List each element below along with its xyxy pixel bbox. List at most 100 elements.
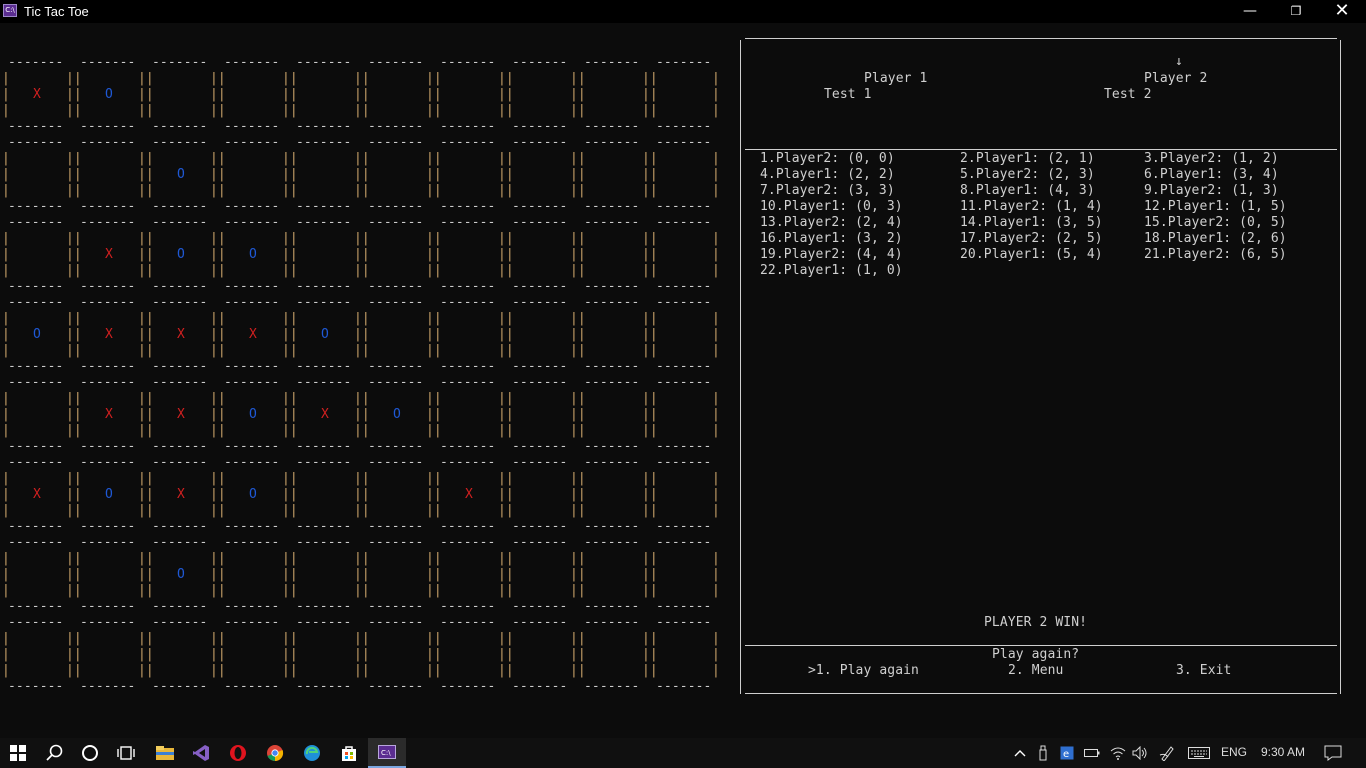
grid-border: ------- <box>224 135 280 150</box>
board-cell[interactable]: X <box>103 247 115 263</box>
grid-border: ------- <box>224 439 280 454</box>
battery-icon[interactable] <box>1082 738 1102 768</box>
grid-border: | <box>2 423 10 438</box>
grid-border: ------- <box>80 375 136 390</box>
board-cell[interactable]: O <box>175 567 187 583</box>
grid-border: ------- <box>8 375 64 390</box>
grid-border: || <box>66 87 82 102</box>
edge-icon[interactable] <box>294 738 330 768</box>
board-cell[interactable]: O <box>391 407 403 423</box>
svg-text:C:\: C:\ <box>381 749 391 757</box>
task-view-icon[interactable] <box>108 738 144 768</box>
board-cell[interactable]: O <box>247 247 259 263</box>
grid-border: | <box>2 263 10 278</box>
option-play-again[interactable]: >1. Play again <box>808 663 919 679</box>
grid-border: | <box>2 327 10 342</box>
board-cell[interactable]: O <box>247 407 259 423</box>
chrome-icon[interactable] <box>257 738 293 768</box>
move-entry: 2.Player1: (2, 1) <box>960 151 1095 166</box>
board-cell[interactable]: X <box>175 407 187 423</box>
show-hidden-icons-icon[interactable] <box>1010 738 1030 768</box>
grid-border: ------- <box>224 215 280 230</box>
grid-border: || <box>642 567 658 582</box>
start-icon[interactable] <box>0 738 36 768</box>
wifi-icon[interactable] <box>1108 738 1128 768</box>
clock[interactable]: 9:30 AM <box>1261 745 1305 759</box>
option-exit[interactable]: 3. Exit <box>1176 663 1232 679</box>
grid-border: || <box>282 103 298 118</box>
language-indicator[interactable]: ENG <box>1221 745 1247 759</box>
grid-border: || <box>210 87 226 102</box>
grid-border: ------- <box>440 375 496 390</box>
store-icon[interactable] <box>331 738 367 768</box>
grid-border: || <box>498 311 514 326</box>
board-cell[interactable]: X <box>463 487 475 503</box>
grid-border: ------- <box>152 535 208 550</box>
grid-border: || <box>570 71 586 86</box>
grid-border: || <box>66 167 82 182</box>
board-cell[interactable]: O <box>319 327 331 343</box>
grid-border: || <box>642 663 658 678</box>
grid-border: | <box>712 247 720 262</box>
option-menu[interactable]: 2. Menu <box>1008 663 1064 679</box>
grid-border: || <box>282 231 298 246</box>
usb-icon[interactable] <box>1034 738 1052 768</box>
grid-border: || <box>354 471 370 486</box>
grid-border: || <box>66 103 82 118</box>
console-icon[interactable]: C:\ <box>368 738 406 768</box>
grid-border: ------- <box>152 599 208 614</box>
visual-studio-icon[interactable] <box>183 738 219 768</box>
board-cell[interactable]: X <box>319 407 331 423</box>
board-cell[interactable]: O <box>103 487 115 503</box>
volume-icon[interactable] <box>1130 738 1150 768</box>
board-cell[interactable]: X <box>103 407 115 423</box>
restore-button[interactable]: ❐ <box>1273 0 1319 23</box>
grid-border: | <box>2 87 10 102</box>
grid-border: ------- <box>152 439 208 454</box>
board-cell[interactable]: O <box>103 87 115 103</box>
board-cell[interactable]: X <box>175 487 187 503</box>
pen-icon[interactable] <box>1157 738 1177 768</box>
cortana-icon[interactable] <box>72 738 108 768</box>
board-cell[interactable]: X <box>175 327 187 343</box>
opera-icon[interactable] <box>220 738 256 768</box>
grid-border: ------- <box>368 519 424 534</box>
grid-border: ------- <box>656 279 712 294</box>
grid-border: ------- <box>656 119 712 134</box>
grid-border: ------- <box>8 359 64 374</box>
minimize-button[interactable]: — <box>1227 0 1273 23</box>
grid-border: || <box>66 231 82 246</box>
board-cell[interactable]: X <box>103 327 115 343</box>
grid-border: ------- <box>512 119 568 134</box>
grid-border: | <box>712 103 720 118</box>
svg-text:e: e <box>1063 749 1069 760</box>
grid-border: ------- <box>368 679 424 694</box>
board-cell[interactable]: O <box>175 167 187 183</box>
board-cell[interactable]: X <box>247 327 259 343</box>
grid-border: || <box>138 663 154 678</box>
grid-border: ------- <box>296 375 352 390</box>
board-cell[interactable]: X <box>31 87 43 103</box>
ime-icon[interactable]: e <box>1058 738 1076 768</box>
grid-border: || <box>642 71 658 86</box>
board-cell[interactable]: O <box>31 327 43 343</box>
grid-border: ------- <box>296 135 352 150</box>
grid-border: ------- <box>224 359 280 374</box>
file-explorer-icon[interactable] <box>147 738 183 768</box>
board-cell[interactable]: O <box>175 247 187 263</box>
grid-border: ------- <box>8 135 64 150</box>
touch-keyboard-icon[interactable] <box>1186 738 1212 768</box>
board-cell[interactable]: X <box>31 487 43 503</box>
grid-border: || <box>642 487 658 502</box>
grid-border: | <box>2 231 10 246</box>
grid-border: || <box>66 391 82 406</box>
grid-border: || <box>138 247 154 262</box>
grid-border: ------- <box>8 279 64 294</box>
notifications-icon[interactable] <box>1318 738 1348 768</box>
close-button[interactable]: ✕ <box>1319 0 1365 23</box>
grid-border: || <box>426 327 442 342</box>
board-cell[interactable]: O <box>247 487 259 503</box>
grid-border: || <box>66 487 82 502</box>
grid-border: ------- <box>8 199 64 214</box>
search-icon[interactable] <box>37 738 73 768</box>
